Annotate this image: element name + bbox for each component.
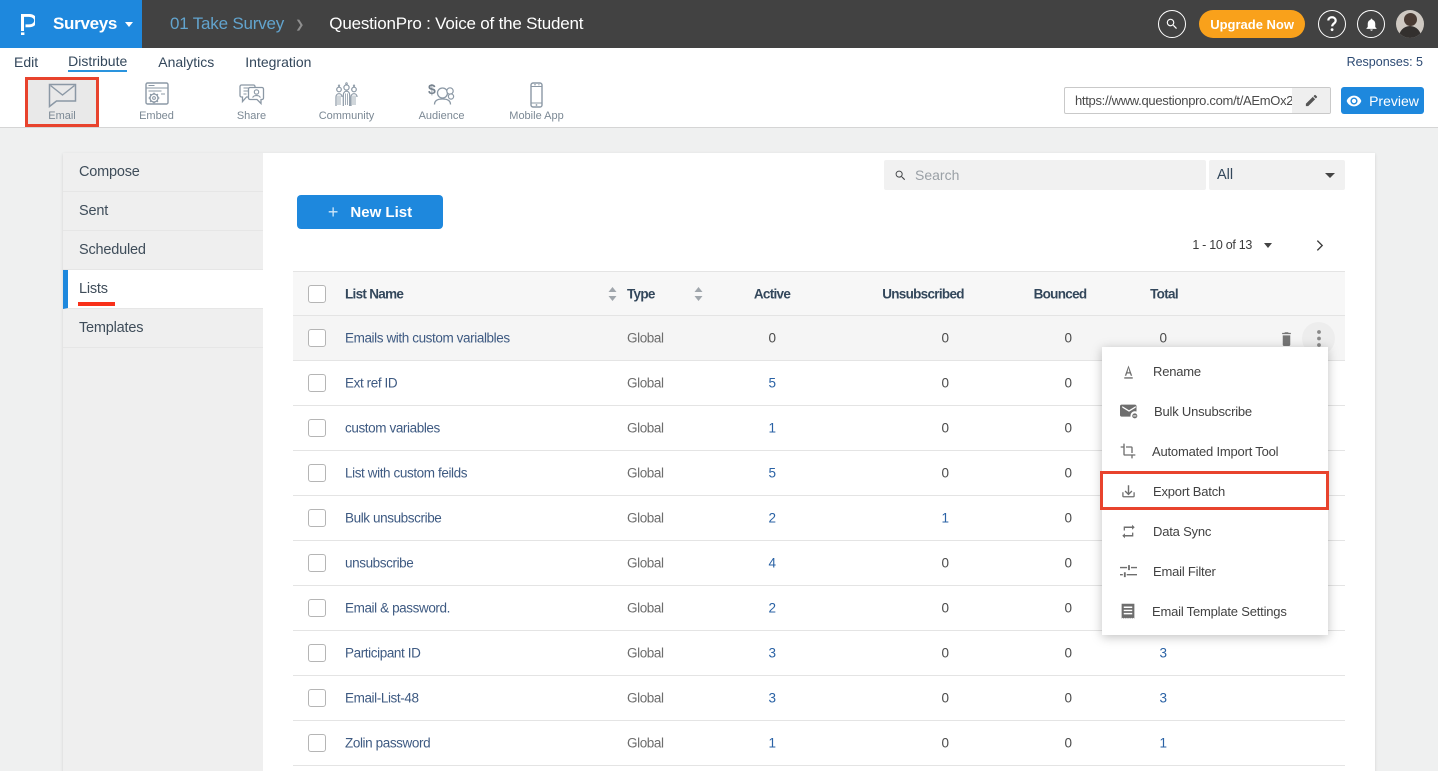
svg-text:$: $ (428, 83, 436, 97)
